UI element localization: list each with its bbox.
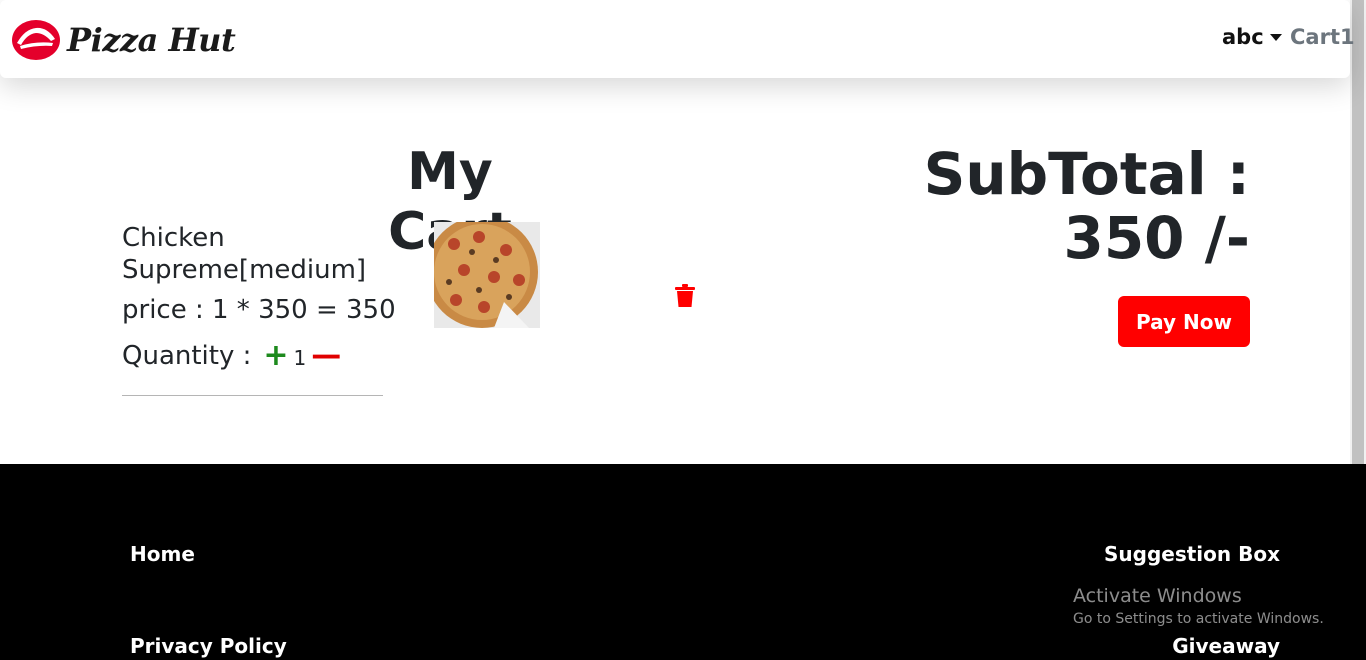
increase-quantity-button[interactable]: + bbox=[263, 338, 288, 373]
decrease-quantity-button[interactable]: — bbox=[311, 338, 341, 373]
footer-link-suggestion-box[interactable]: Suggestion Box bbox=[1104, 542, 1280, 566]
brand-logo[interactable]: Pizza Hut bbox=[11, 18, 256, 62]
footer-link-privacy-policy[interactable]: Privacy Policy bbox=[130, 634, 287, 658]
pay-now-button[interactable]: Pay Now bbox=[1118, 296, 1250, 347]
brand-name: Pizza Hut bbox=[67, 21, 236, 59]
subtotal: SubTotal : 350 /- bbox=[923, 140, 1250, 272]
item-name: Chicken Supreme[medium] bbox=[122, 223, 367, 285]
quantity-value: 1 bbox=[293, 345, 307, 370]
footer: Home Privacy Policy Suggestion Box Givea… bbox=[0, 464, 1366, 660]
activation-watermark: Activate Windows Go to Settings to activ… bbox=[1073, 585, 1324, 627]
quantity-label: Quantity : bbox=[122, 340, 252, 371]
watermark-subtitle: Go to Settings to activate Windows. bbox=[1073, 611, 1324, 627]
user-label: abc bbox=[1222, 25, 1264, 49]
item-divider bbox=[122, 395, 383, 396]
quantity-row: Quantity : + 1 — bbox=[122, 338, 341, 373]
item-price: price : 1 * 350 = 350 bbox=[122, 295, 396, 325]
user-dropdown[interactable]: abc bbox=[1222, 25, 1282, 49]
watermark-title: Activate Windows bbox=[1073, 585, 1242, 607]
caret-down-icon bbox=[1269, 33, 1282, 41]
footer-link-home[interactable]: Home bbox=[130, 542, 195, 566]
pizza-hut-logo-icon bbox=[12, 20, 60, 60]
pizza-image bbox=[434, 222, 540, 328]
cart-link[interactable]: Cart1 bbox=[1290, 25, 1355, 49]
navbar: Pizza Hut abc Cart1 bbox=[0, 0, 1355, 78]
trash-icon[interactable] bbox=[674, 284, 696, 308]
scrollbar-thumb[interactable] bbox=[1352, 0, 1364, 464]
footer-link-giveaway[interactable]: Giveaway bbox=[1172, 634, 1280, 658]
pizza-photo bbox=[434, 222, 540, 328]
